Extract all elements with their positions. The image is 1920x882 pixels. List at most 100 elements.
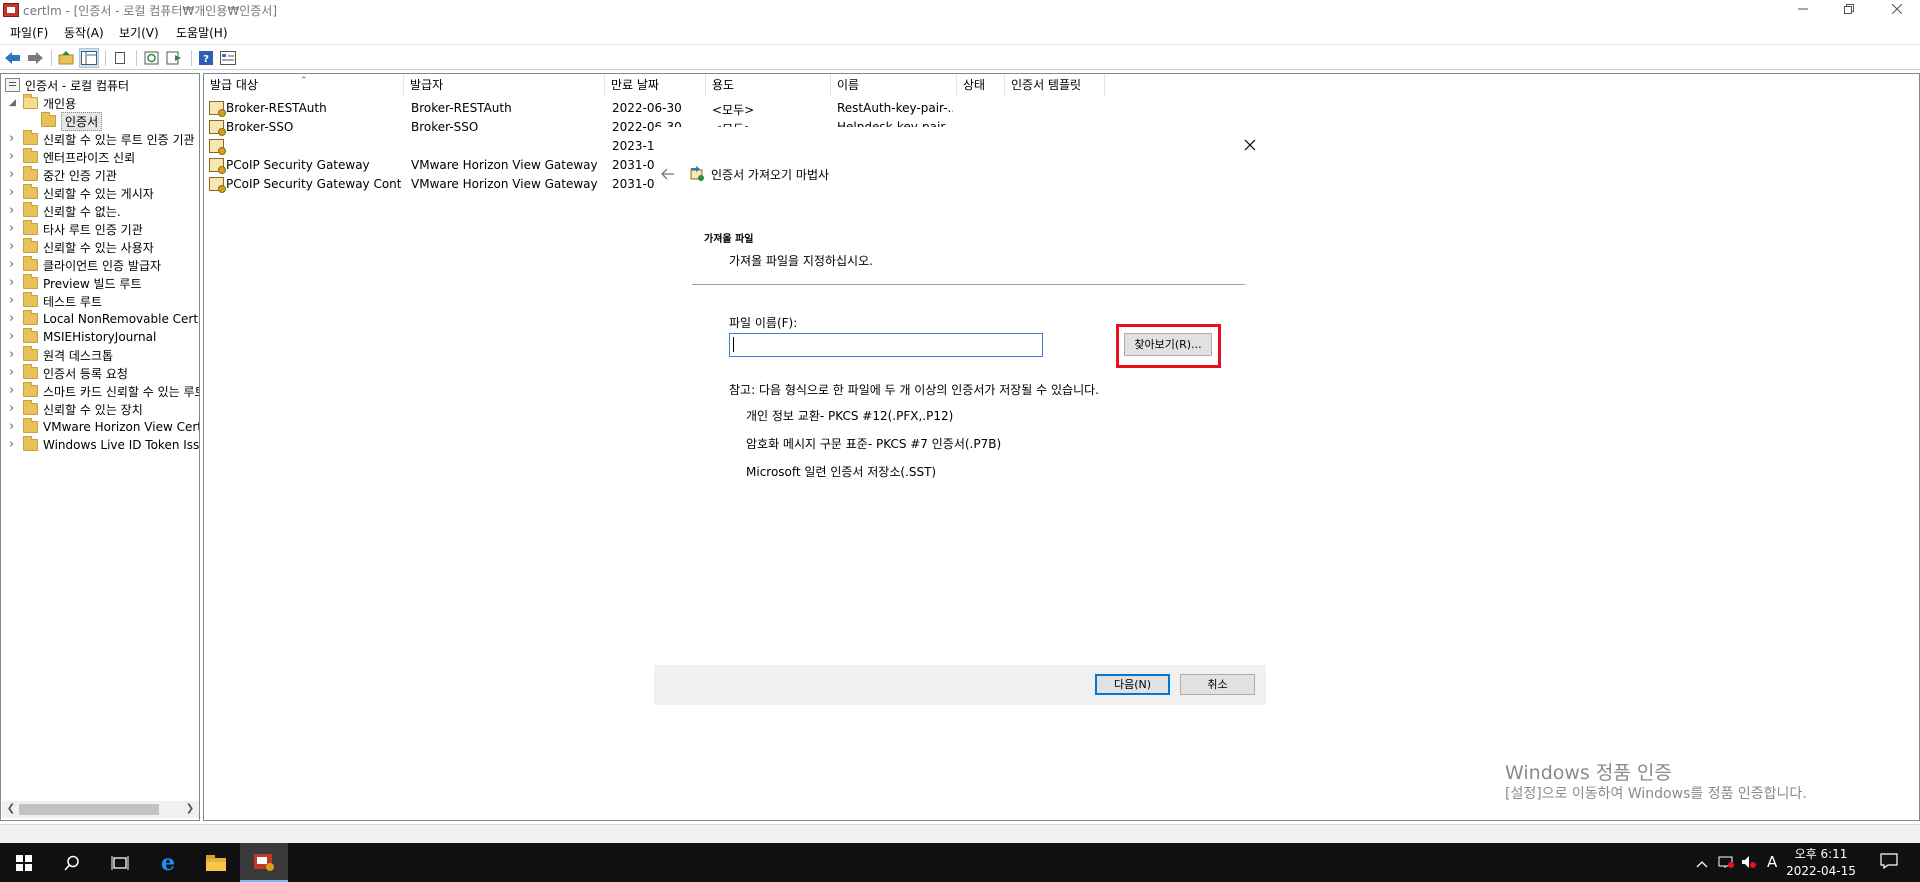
collapsed-arrow-icon[interactable]: › (9, 384, 19, 397)
back-arrow-icon[interactable] (3, 48, 23, 68)
folder-icon (23, 346, 38, 361)
delete-icon[interactable] (110, 48, 130, 68)
certificate-icon (209, 177, 226, 193)
input-method-indicator[interactable]: A (1767, 853, 1777, 871)
tree-item[interactable]: › 타사 루트 인증 기관 (9, 220, 143, 238)
collapsed-arrow-icon[interactable]: › (9, 132, 19, 145)
tree-item[interactable]: › Preview 빌드 루트 (9, 274, 142, 292)
column-header-template[interactable]: 인증서 템플릿 (1005, 74, 1105, 97)
tree-item[interactable]: › 중간 인증 기관 (9, 166, 117, 184)
collapsed-arrow-icon[interactable]: › (9, 186, 19, 199)
menu-view[interactable]: 보기(V) (119, 24, 159, 41)
back-arrow-icon[interactable] (660, 166, 676, 182)
properties-icon[interactable] (218, 48, 238, 68)
column-header-name[interactable]: 이름 (831, 74, 957, 97)
tree-item[interactable]: › 신뢰할 수 없는. (9, 202, 121, 220)
tree-item[interactable]: › 원격 데스크톱 (9, 346, 113, 364)
cancel-button[interactable]: 취소 (1180, 674, 1255, 695)
collapsed-arrow-icon[interactable]: › (9, 240, 19, 253)
collapsed-arrow-icon[interactable]: › (9, 150, 19, 163)
tree-root[interactable]: 인증서 - 로컬 컴퓨터 (5, 76, 129, 94)
certlm-app-icon (3, 3, 19, 17)
table-row[interactable]: Broker-RESTAuth Broker-RESTAuth 2022-06-30… (204, 100, 1204, 119)
tree-item[interactable]: › Local NonRemovable Certificates (9, 310, 199, 328)
close-icon[interactable] (1874, 0, 1920, 20)
restore-icon[interactable] (1826, 0, 1872, 20)
tree-item-personal[interactable]: ◢ 개인용 (9, 94, 76, 112)
certificate-icon (209, 139, 226, 155)
scroll-right-icon[interactable]: ❯ (184, 803, 196, 815)
collapsed-arrow-icon[interactable]: › (9, 294, 19, 307)
tree-item-label: 원격 데스크톱 (43, 348, 114, 363)
column-header-expiration[interactable]: 만료 날짜 (605, 74, 706, 97)
expanded-arrow-icon[interactable]: ◢ (9, 98, 19, 108)
column-header-status[interactable]: 상태 (957, 74, 1005, 97)
file-explorer-icon[interactable] (192, 843, 240, 882)
format-note: 참고: 다음 형식으로 한 파일에 두 개 이상의 인증서가 저장될 수 있습니… (729, 383, 1099, 397)
cell-subject: PCoIP Security Gateway Contr... (226, 177, 401, 191)
browse-button[interactable]: 찾아보기(R)... (1124, 333, 1212, 356)
help-icon[interactable]: ? (196, 48, 216, 68)
tree-item[interactable]: › 신뢰할 수 있는 게시자 (9, 184, 154, 202)
collapsed-arrow-icon[interactable]: › (9, 276, 19, 289)
column-header-issuer[interactable]: 발급자 (404, 74, 605, 97)
collapsed-arrow-icon[interactable]: › (9, 420, 19, 433)
column-header-subject[interactable]: 발급 대상 ⌃ (204, 74, 404, 97)
tree-item[interactable]: › 신뢰할 수 있는 루트 인증 기관 (9, 130, 195, 148)
network-icon[interactable] (1718, 855, 1734, 873)
file-name-input[interactable] (729, 333, 1043, 357)
certificate-store-icon (5, 78, 20, 92)
volume-muted-icon[interactable] (1741, 855, 1757, 873)
tree-item[interactable]: › VMware Horizon View Certificates (9, 418, 199, 436)
tree-item[interactable]: › MSIEHistoryJournal (9, 328, 156, 346)
menu-action[interactable]: 동작(A) (64, 24, 104, 41)
tree-item[interactable]: › 스마트 카드 신뢰할 수 있는 루트 (9, 382, 199, 400)
tree-item[interactable]: › 테스트 루트 (9, 292, 102, 310)
search-icon[interactable] (48, 843, 96, 882)
format-item: 개인 정보 교환- PKCS #12(.PFX,.P12) (746, 409, 954, 423)
menu-help[interactable]: 도움말(H) (176, 24, 228, 41)
collapsed-arrow-icon[interactable]: › (9, 402, 19, 415)
next-button[interactable]: 다음(N) (1095, 674, 1170, 695)
tree-item[interactable]: › 클라이언트 인증 발급자 (9, 256, 161, 274)
close-icon[interactable] (1240, 135, 1260, 155)
cell-issuer: Broker-RESTAuth (411, 101, 512, 115)
tree-horizontal-scrollbar[interactable]: ❮ ❯ (2, 801, 199, 818)
refresh-icon[interactable] (142, 48, 162, 68)
collapsed-arrow-icon[interactable]: › (9, 258, 19, 271)
collapsed-arrow-icon[interactable]: › (9, 330, 19, 343)
scrollbar-thumb[interactable] (19, 804, 159, 815)
tree-item-label: 인증서 등록 요청 (43, 366, 128, 381)
windows-start-icon[interactable] (0, 843, 48, 882)
minimize-icon[interactable] (1780, 0, 1826, 20)
tree-item[interactable]: › 신뢰할 수 있는 장치 (9, 400, 143, 418)
certlm-icon[interactable] (240, 843, 288, 882)
up-folder-icon[interactable] (56, 48, 76, 68)
collapsed-arrow-icon[interactable]: › (9, 222, 19, 235)
notification-center-icon[interactable] (1880, 853, 1898, 873)
tree-item[interactable]: › 신뢰할 수 있는 사용자 (9, 238, 154, 256)
collapsed-arrow-icon[interactable]: › (9, 204, 19, 217)
tree-item-label: Local NonRemovable Certificates (43, 312, 199, 326)
tree-item[interactable]: › Windows Live ID Token Issuer (9, 436, 199, 454)
console-tree[interactable]: 인증서 - 로컬 컴퓨터 ◢ 개인용 인증서 › 신뢰할 수 있는 루트 인증 기… (0, 73, 200, 821)
collapsed-arrow-icon[interactable]: › (9, 312, 19, 325)
export-list-icon[interactable] (164, 48, 184, 68)
task-view-icon[interactable] (96, 843, 144, 882)
collapsed-arrow-icon[interactable]: › (9, 366, 19, 379)
column-header-purpose[interactable]: 용도 (706, 74, 831, 97)
clock[interactable]: 오후 6:11 2022-04-15 (1781, 846, 1861, 880)
collapsed-arrow-icon[interactable]: › (9, 438, 19, 451)
collapsed-arrow-icon[interactable]: › (9, 348, 19, 361)
tree-item-certificates[interactable]: 인증서 (41, 111, 103, 131)
forward-arrow-icon[interactable] (25, 48, 45, 68)
tree-item[interactable]: › 인증서 등록 요청 (9, 364, 128, 382)
show-hide-tree-icon[interactable] (79, 48, 99, 68)
collapsed-arrow-icon[interactable]: › (9, 168, 19, 181)
folder-icon (23, 148, 38, 163)
scroll-left-icon[interactable]: ❮ (5, 803, 17, 815)
internet-explorer-icon[interactable]: e (144, 843, 192, 882)
menu-file[interactable]: 파일(F) (10, 24, 48, 41)
show-hidden-icons-icon[interactable] (1696, 856, 1708, 872)
tree-item[interactable]: › 엔터프라이즈 신뢰 (9, 148, 135, 166)
